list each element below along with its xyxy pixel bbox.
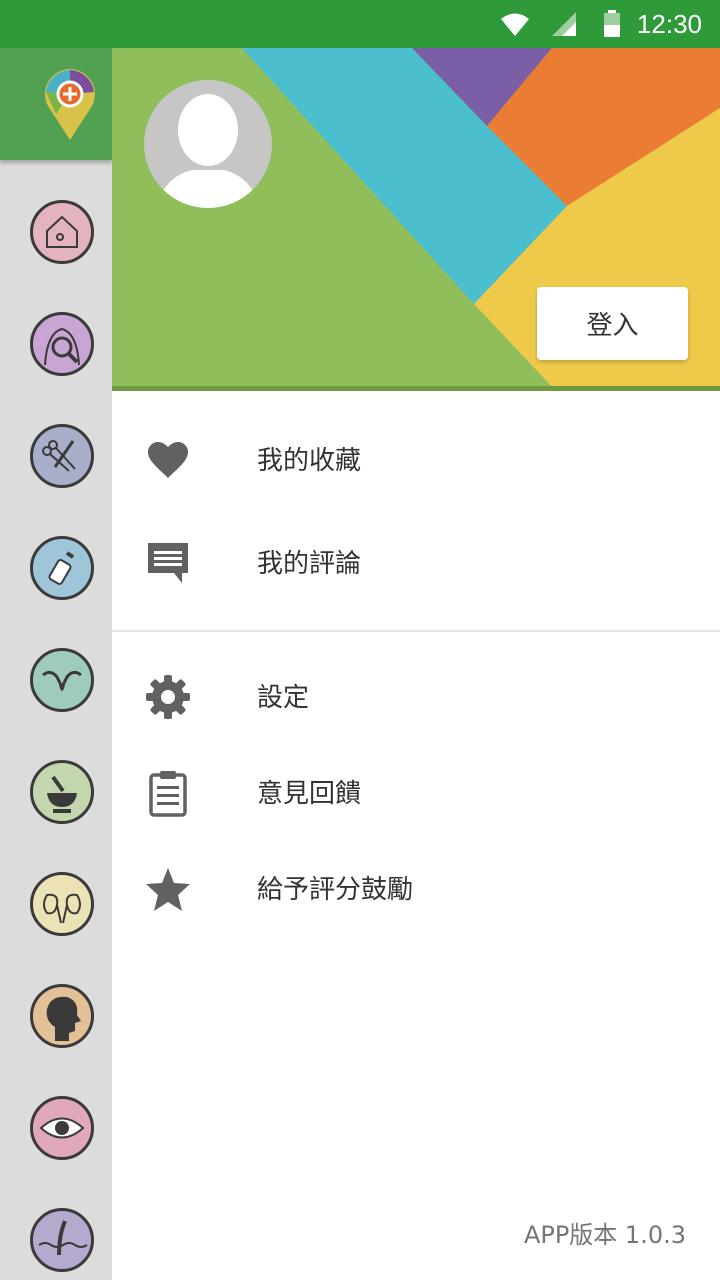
menu-label-favorites: 我的收藏	[257, 446, 362, 476]
hair-follicle-icon	[38, 1220, 88, 1256]
person-silhouette-icon	[158, 94, 258, 208]
uterus-icon	[42, 670, 82, 691]
magnifier-torso-icon	[44, 327, 80, 366]
category-dermatology-button[interactable]	[30, 1208, 94, 1272]
cell-signal-icon	[552, 12, 576, 36]
category-rail	[0, 48, 112, 1280]
category-home-button[interactable]	[30, 200, 94, 264]
comment-icon	[148, 543, 188, 583]
menu-item-reviews[interactable]: 我的評論	[112, 515, 720, 611]
category-ent-button[interactable]	[30, 984, 94, 1048]
kidneys-icon	[43, 893, 81, 924]
category-chinese-medicine-button[interactable]	[30, 760, 94, 824]
category-body-check-button[interactable]	[30, 312, 94, 376]
menu-label-feedback: 意見回饋	[257, 779, 362, 809]
category-surgery-button[interactable]	[30, 424, 94, 488]
menu-label-settings: 設定	[257, 683, 310, 713]
map-pin-logo-icon	[45, 69, 95, 140]
mortar-pestle-icon	[47, 775, 77, 813]
scissors-scalpel-icon	[42, 440, 76, 472]
app-logo[interactable]	[0, 48, 112, 160]
category-ophthalmology-button[interactable]	[30, 1096, 94, 1160]
login-button[interactable]: 登入	[537, 287, 688, 360]
house-icon	[46, 215, 78, 248]
gear-icon	[146, 675, 190, 719]
app-version: APP版本 1.0.3	[523, 1221, 686, 1249]
menu-label-rate: 給予評分鼓勵	[257, 875, 414, 905]
menu-item-favorites[interactable]: 我的收藏	[112, 412, 720, 508]
category-gynecology-button[interactable]	[30, 648, 94, 712]
menu-divider	[112, 630, 720, 632]
heart-icon	[148, 442, 188, 478]
status-time: 12:30	[636, 9, 702, 39]
user-avatar[interactable]	[144, 80, 272, 208]
eye-icon	[39, 1117, 85, 1139]
category-pediatrics-button[interactable]	[30, 536, 94, 600]
clipboard-icon	[149, 771, 187, 817]
category-urology-button[interactable]	[30, 872, 94, 936]
menu-item-rate[interactable]: 給予評分鼓勵	[112, 841, 720, 937]
battery-icon	[604, 10, 620, 37]
menu-item-settings[interactable]: 設定	[112, 649, 720, 745]
status-bar: 12:30	[0, 0, 720, 48]
wifi-icon	[501, 13, 529, 36]
menu-item-feedback[interactable]: 意見回饋	[112, 745, 720, 841]
drawer-header: 登入	[112, 48, 720, 391]
menu-label-reviews: 我的評論	[257, 549, 362, 579]
star-icon	[146, 868, 190, 911]
head-profile-icon	[46, 996, 81, 1041]
baby-bottle-icon	[48, 551, 75, 585]
